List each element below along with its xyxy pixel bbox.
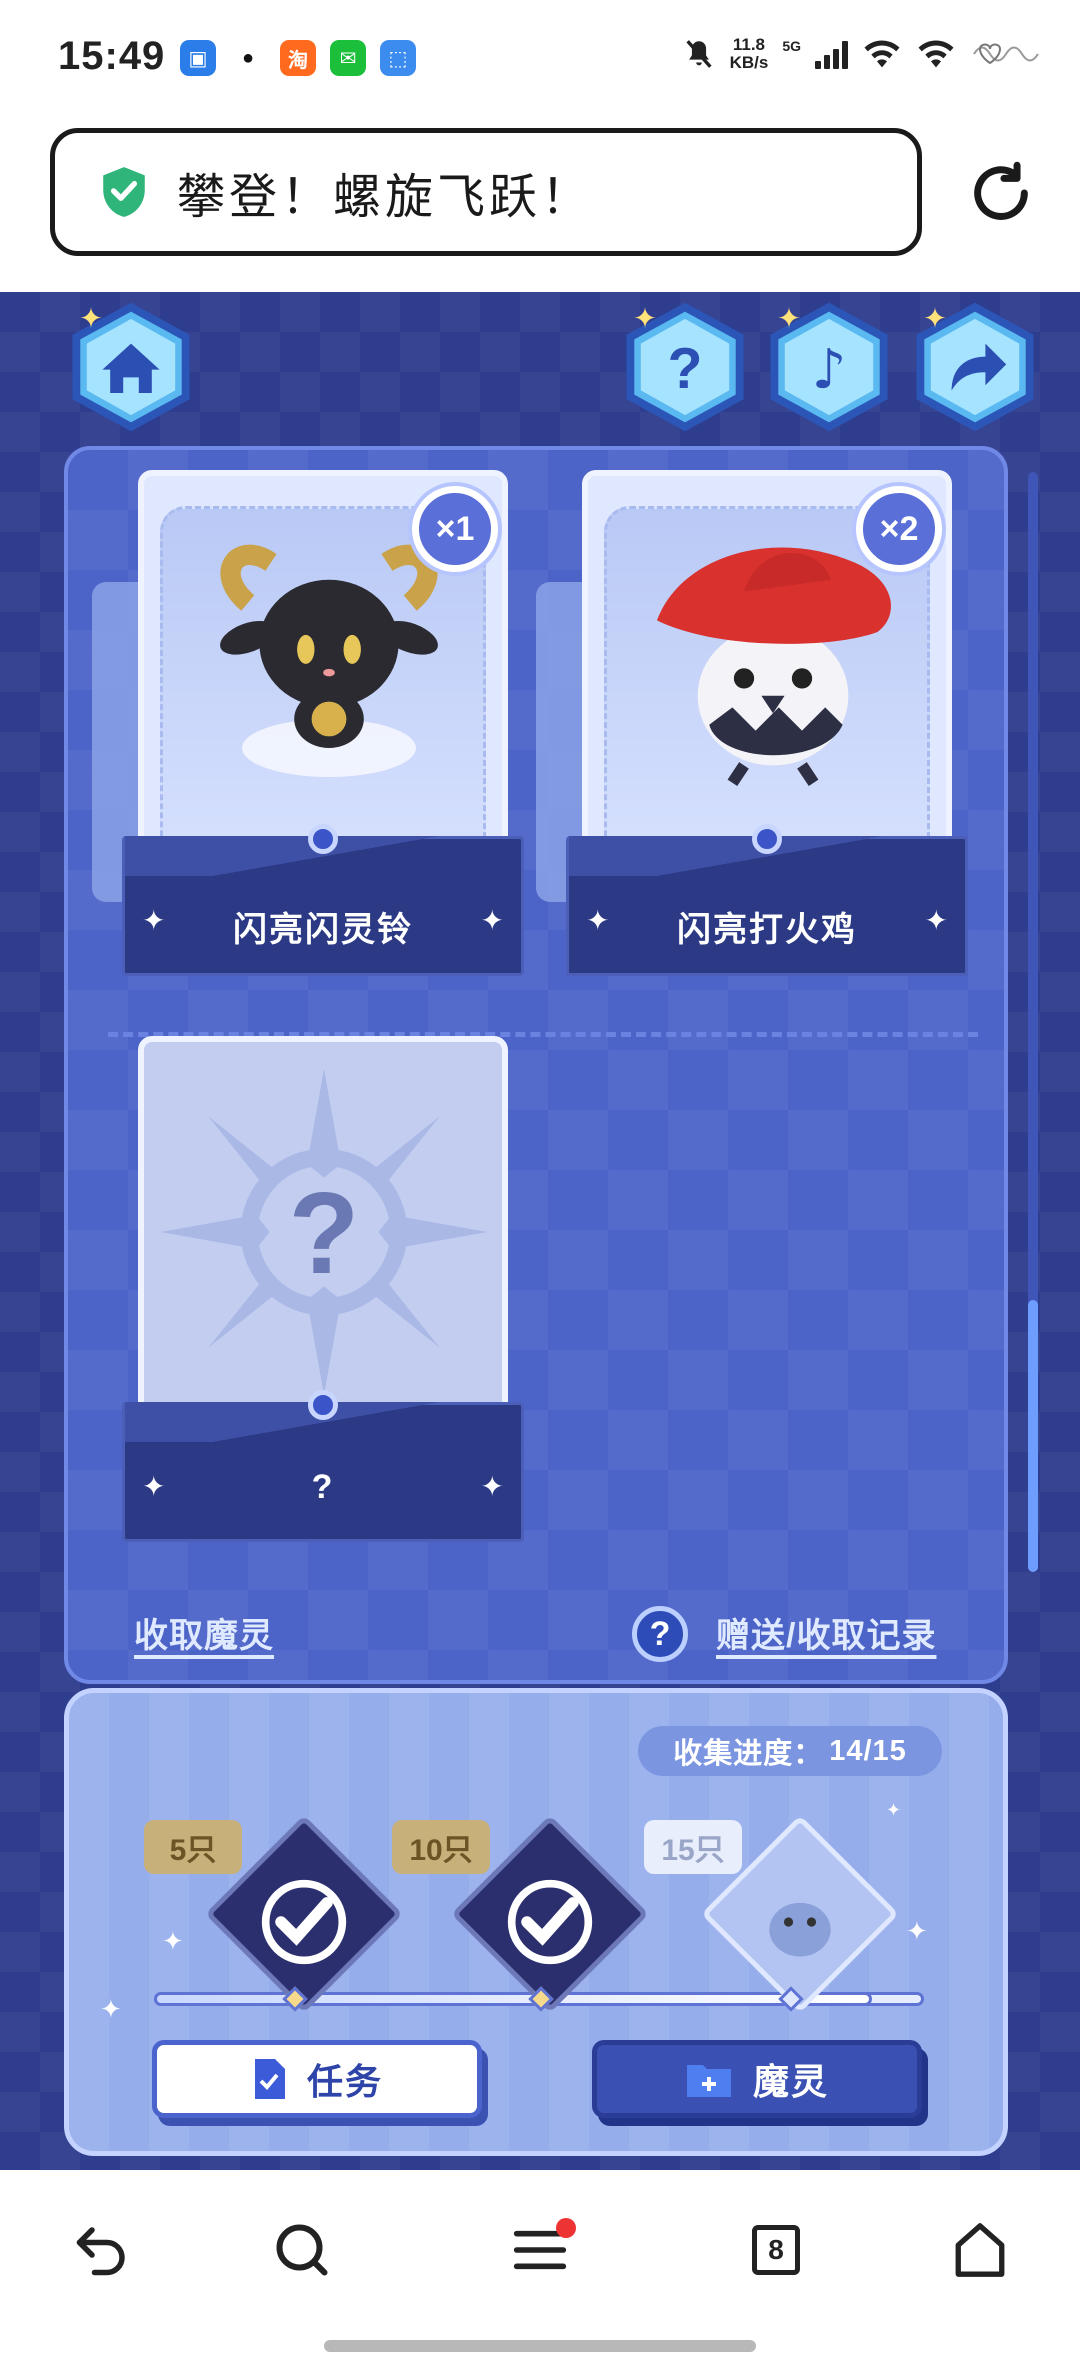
- wifi-icon: [864, 40, 900, 68]
- card-name: 闪亮闪灵铃: [233, 911, 413, 949]
- locked-card-emblem: ?: [160, 1068, 488, 1396]
- spirit-card-locked[interactable]: ? ✦ ✦ ?: [122, 1036, 527, 1556]
- network-type: 5G: [782, 38, 801, 54]
- home-icon: ✦: [72, 302, 190, 432]
- reload-icon[interactable]: [966, 158, 1036, 228]
- svg-text:?: ?: [668, 337, 703, 401]
- gift-history-link[interactable]: 赠送/收取记录: [716, 1608, 936, 1657]
- home-nav-button[interactable]: [940, 2214, 1020, 2286]
- card-count-badge: ×1: [412, 486, 498, 572]
- help-icon: ? ✦: [626, 302, 744, 432]
- milestone-tag: 10只: [392, 1820, 490, 1874]
- net-speed: 11.8 KB/s: [729, 35, 769, 72]
- milestone-tag: 5只: [144, 1820, 242, 1874]
- milestone-15[interactable]: 15只: [644, 1804, 899, 2013]
- collect-spirit-link[interactable]: 收取魔灵: [134, 1608, 274, 1657]
- status-bar: 15:49 ▣ ● 淘 ✉ ⬚ 11.8 KB/s 5G: [0, 0, 1080, 120]
- check-icon: [507, 1879, 593, 1965]
- search-button[interactable]: [262, 2214, 342, 2286]
- tabs-icon: 8: [752, 2225, 800, 2275]
- sparkle-icon: ✦: [162, 1926, 184, 1956]
- seal-spirit-reward-icon: [769, 1902, 831, 1957]
- gesture-bar[interactable]: [324, 2340, 756, 2352]
- status-time: 15:49: [58, 34, 166, 78]
- system-icons: 11.8 KB/s 5G: [682, 36, 1040, 72]
- task-button[interactable]: 任务: [152, 2040, 482, 2118]
- svg-text:✦: ✦: [777, 303, 801, 335]
- mute-icon: [685, 40, 712, 68]
- history-help-icon[interactable]: ?: [632, 1606, 688, 1662]
- folder-add-icon: [686, 2065, 731, 2097]
- menu-button[interactable]: [500, 2214, 580, 2286]
- document-icon: [254, 2059, 285, 2099]
- share-icon: ✦: [916, 302, 1034, 432]
- svg-text:✦: ✦: [633, 303, 657, 335]
- home-button[interactable]: ✦: [66, 302, 196, 432]
- svg-text:♪: ♪: [812, 337, 847, 401]
- back-button[interactable]: [62, 2214, 142, 2286]
- spirit-card-1[interactable]: ×1 ✦ ✦ 闪亮闪灵铃: [92, 470, 527, 990]
- home-icon: [955, 2223, 1005, 2277]
- scrollbar-thumb[interactable]: [1028, 1300, 1038, 1572]
- card-name: ?: [311, 1468, 335, 1506]
- wechat-icon: ✉: [330, 40, 366, 76]
- address-bar[interactable]: 攀登！螺旋飞跃！: [50, 128, 922, 256]
- card-name: 闪亮打火鸡: [677, 911, 857, 949]
- notification-dot: [556, 2218, 576, 2238]
- share-button[interactable]: ✦: [910, 302, 1040, 432]
- tabs-button[interactable]: 8: [736, 2214, 816, 2286]
- sparkle-icon: ✦: [100, 1994, 122, 2024]
- sparkle-icon: ✦: [906, 1916, 928, 1946]
- browser-icon: ⬚: [380, 40, 416, 76]
- notification-icons: ▣ ● 淘 ✉ ⬚: [180, 40, 416, 76]
- search-icon: [276, 2224, 328, 2276]
- app-icon-blue: ▣: [180, 40, 216, 76]
- sparkle-icon: ✦: [886, 1800, 902, 1820]
- battery-icon: [973, 43, 1039, 65]
- wifi-icon: [918, 40, 954, 68]
- signal-icon: [815, 39, 848, 69]
- music-button[interactable]: ♪ ✦: [764, 302, 894, 432]
- svg-text:✦: ✦: [79, 303, 103, 335]
- spirit-button[interactable]: 魔灵: [592, 2040, 922, 2118]
- svg-text:✦: ✦: [923, 303, 947, 335]
- help-button[interactable]: ? ✦: [620, 302, 750, 432]
- taobao-icon: 淘: [280, 40, 316, 76]
- milestone-5[interactable]: 5只: [144, 1804, 403, 2013]
- back-icon: [76, 2227, 125, 2276]
- milestone-10[interactable]: 10只: [392, 1804, 649, 2013]
- check-icon: [261, 1879, 347, 1965]
- card-count-badge: ×2: [856, 486, 942, 572]
- shield-check-icon: [103, 167, 145, 217]
- milestone-tag: 15只: [644, 1820, 742, 1874]
- qq-icon: ●: [230, 40, 266, 76]
- music-icon: ♪ ✦: [770, 302, 888, 432]
- collection-progress: 收集进度： 14/15: [638, 1726, 942, 1776]
- spirit-card-2[interactable]: ×2 ✦ ✦ 闪亮打火鸡: [536, 470, 971, 990]
- svg-text:?: ?: [289, 1169, 360, 1298]
- page-title: 攀登！螺旋飞跃！: [177, 171, 594, 224]
